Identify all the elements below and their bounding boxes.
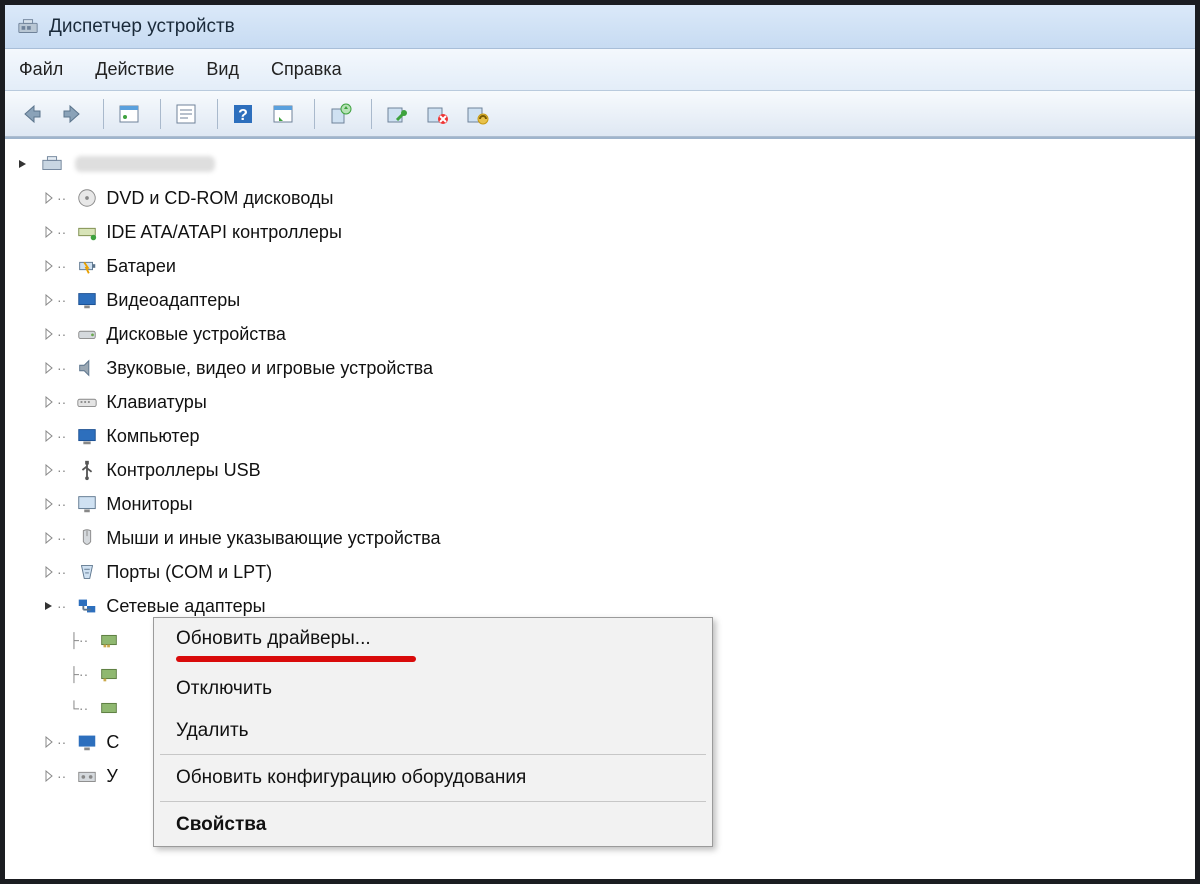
expand-icon[interactable] xyxy=(41,428,57,444)
ide-icon xyxy=(74,221,100,243)
sound-icon xyxy=(74,357,100,379)
tree-label: Мониторы xyxy=(106,489,192,519)
menu-file[interactable]: Файл xyxy=(19,59,63,80)
tree-label: У xyxy=(106,761,126,791)
cm-properties[interactable]: Свойства xyxy=(154,804,712,846)
collapse-icon[interactable] xyxy=(15,156,31,172)
cm-separator xyxy=(160,754,706,755)
hid-icon xyxy=(74,765,100,787)
toolbar: ? xyxy=(5,91,1195,137)
expand-icon[interactable] xyxy=(41,530,57,546)
scan-button[interactable] xyxy=(266,97,300,131)
back-button[interactable] xyxy=(15,97,49,131)
usb-icon xyxy=(74,459,100,481)
cm-rescan[interactable]: Обновить конфигурацию оборудования xyxy=(154,757,712,799)
properties-button[interactable] xyxy=(169,97,203,131)
menu-view[interactable]: Вид xyxy=(206,59,239,80)
cm-separator xyxy=(160,801,706,802)
uninstall-device-button[interactable] xyxy=(460,97,494,131)
tree-item[interactable]: ·· Порты (COM и LPT) xyxy=(5,555,1195,589)
display-adapter-icon xyxy=(74,289,100,311)
svg-text:?: ? xyxy=(238,107,248,124)
expand-icon[interactable] xyxy=(41,326,57,342)
titlebar: Диспетчер устройств xyxy=(5,5,1195,49)
highlight-underline xyxy=(176,656,416,662)
enable-device-button[interactable] xyxy=(380,97,414,131)
monitor-icon xyxy=(74,493,100,515)
keyboard-icon xyxy=(74,391,100,413)
port-icon xyxy=(74,561,100,583)
tree-item[interactable]: ·· Мониторы xyxy=(5,487,1195,521)
network-icon xyxy=(74,595,100,617)
tree-item[interactable]: ·· Дисковые устройства xyxy=(5,317,1195,351)
tree-item[interactable]: ·· Звуковые, видео и игровые устройства xyxy=(5,351,1195,385)
tree-item[interactable]: ·· IDE ATA/ATAPI контроллеры xyxy=(5,215,1195,249)
tree-item[interactable]: ·· DVD и CD-ROM дисководы xyxy=(5,181,1195,215)
expand-icon[interactable] xyxy=(41,224,57,240)
tree-label: Батареи xyxy=(106,251,176,281)
nic-icon xyxy=(96,629,122,651)
computer-name xyxy=(75,156,215,172)
collapse-icon[interactable] xyxy=(41,598,57,614)
system-device-icon xyxy=(74,731,100,753)
expand-icon[interactable] xyxy=(41,360,57,376)
expand-icon[interactable] xyxy=(41,258,57,274)
toolbar-separator xyxy=(160,99,161,129)
tree-label: Клавиатуры xyxy=(106,387,206,417)
tree-label: С xyxy=(106,727,126,757)
tree-item[interactable]: ·· Контроллеры USB xyxy=(5,453,1195,487)
toolbar-separator xyxy=(371,99,372,129)
help-button[interactable]: ? xyxy=(226,97,260,131)
expand-icon[interactable] xyxy=(41,292,57,308)
expand-icon[interactable] xyxy=(41,394,57,410)
nic-icon xyxy=(96,697,122,719)
tree-label: Мыши и иные указывающие устройства xyxy=(106,523,440,553)
nic-icon xyxy=(96,663,122,685)
battery-icon xyxy=(74,255,100,277)
expand-icon[interactable] xyxy=(41,564,57,580)
forward-button[interactable] xyxy=(55,97,89,131)
tree-item[interactable]: ·· Компьютер xyxy=(5,419,1195,453)
tree-label: Звуковые, видео и игровые устройства xyxy=(106,353,433,383)
disk-icon xyxy=(74,323,100,345)
tree-item[interactable]: ·· Клавиатуры xyxy=(5,385,1195,419)
toolbar-separator xyxy=(103,99,104,129)
expand-icon[interactable] xyxy=(41,734,57,750)
tree-label: IDE ATA/ATAPI контроллеры xyxy=(106,217,342,247)
menu-help[interactable]: Справка xyxy=(271,59,342,80)
show-hidden-button[interactable] xyxy=(112,97,146,131)
cm-remove[interactable]: Удалить xyxy=(154,710,712,752)
mouse-icon xyxy=(74,527,100,549)
dvd-icon xyxy=(74,187,100,209)
tree-label: Компьютер xyxy=(106,421,199,451)
toolbar-separator xyxy=(217,99,218,129)
expand-icon[interactable] xyxy=(41,768,57,784)
computer-category-icon xyxy=(74,425,100,447)
tree-panel: ·· DVD и CD-ROM дисководы ·· IDE ATA/ATA… xyxy=(5,137,1195,879)
window-title: Диспетчер устройств xyxy=(49,16,235,38)
tree-label: Дисковые устройства xyxy=(106,319,286,349)
toolbar-separator xyxy=(314,99,315,129)
tree-item[interactable]: ·· Видеоадаптеры xyxy=(5,283,1195,317)
tree-label: DVD и CD-ROM дисководы xyxy=(106,183,333,213)
tree-label: Видеоадаптеры xyxy=(106,285,240,315)
expand-icon[interactable] xyxy=(41,496,57,512)
tree-root[interactable] xyxy=(5,147,1195,181)
computer-icon xyxy=(39,153,65,175)
app-icon xyxy=(17,16,39,38)
tree-item[interactable]: ·· Батареи xyxy=(5,249,1195,283)
expand-icon[interactable] xyxy=(41,190,57,206)
disable-device-button[interactable] xyxy=(420,97,454,131)
tree-label: Контроллеры USB xyxy=(106,455,260,485)
context-menu: Обновить драйверы... Отключить Удалить О… xyxy=(153,617,713,847)
device-manager-window: Диспетчер устройств Файл Действие Вид Сп… xyxy=(5,5,1195,879)
tree-item[interactable]: ·· Мыши и иные указывающие устройства xyxy=(5,521,1195,555)
update-driver-button[interactable] xyxy=(323,97,357,131)
menubar: Файл Действие Вид Справка xyxy=(5,49,1195,91)
menu-action[interactable]: Действие xyxy=(95,59,174,80)
expand-icon[interactable] xyxy=(41,462,57,478)
tree-label: Порты (COM и LPT) xyxy=(106,557,272,587)
cm-update-drivers[interactable]: Обновить драйверы... xyxy=(154,618,712,660)
cm-disable[interactable]: Отключить xyxy=(154,668,712,710)
